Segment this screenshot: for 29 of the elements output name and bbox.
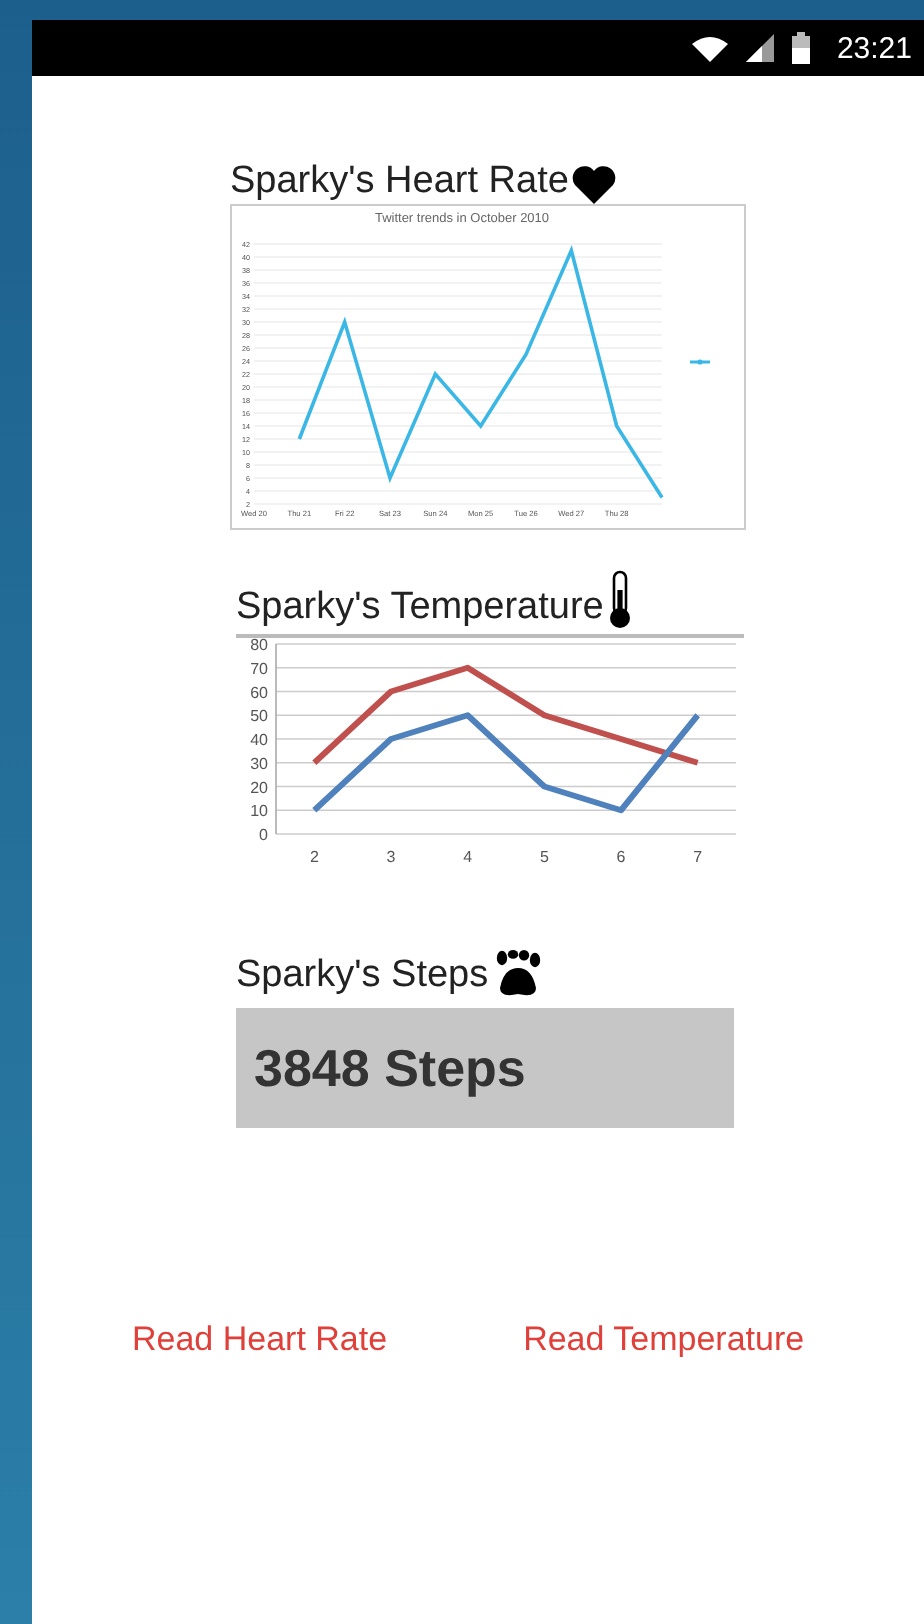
- axis-label: 80: [250, 636, 268, 654]
- read-button[interactable]: Read Temperature: [519, 1312, 809, 1368]
- axis-label: 40: [250, 731, 268, 749]
- read-button[interactable]: Read Heart Rate: [128, 1312, 392, 1368]
- steps-reading: 3848 Steps: [236, 1008, 734, 1128]
- heart-rate-title: Sparky's Heart Rate: [230, 160, 569, 204]
- axis-label: 6: [616, 848, 626, 866]
- paw-print-icon: [492, 950, 545, 998]
- axis-label: 30: [250, 754, 268, 773]
- heart-icon: [572, 166, 617, 204]
- thermometer-icon: [607, 570, 632, 630]
- axis-label: 4: [463, 848, 473, 866]
- axis-label: 70: [250, 659, 268, 678]
- signal-icon: [746, 34, 775, 62]
- axis-label: 3: [386, 848, 396, 866]
- axis-label: 20: [250, 778, 268, 797]
- axis-label: 10: [250, 802, 268, 821]
- temperature-title: Sparky's Temperature: [236, 586, 604, 630]
- axis-label: 5: [539, 848, 549, 866]
- legend-swatch: [690, 359, 710, 365]
- wifi-icon: [692, 35, 729, 61]
- axis-label: 0: [259, 826, 268, 844]
- axis-label: 2: [309, 848, 319, 866]
- clock-time: 23:21: [836, 31, 912, 65]
- axis-label: 7: [693, 848, 703, 866]
- battery-icon: [792, 32, 811, 64]
- axis-label: 50: [250, 707, 268, 726]
- steps-title: Sparky's Steps: [236, 954, 489, 998]
- axis-label: 60: [250, 683, 268, 702]
